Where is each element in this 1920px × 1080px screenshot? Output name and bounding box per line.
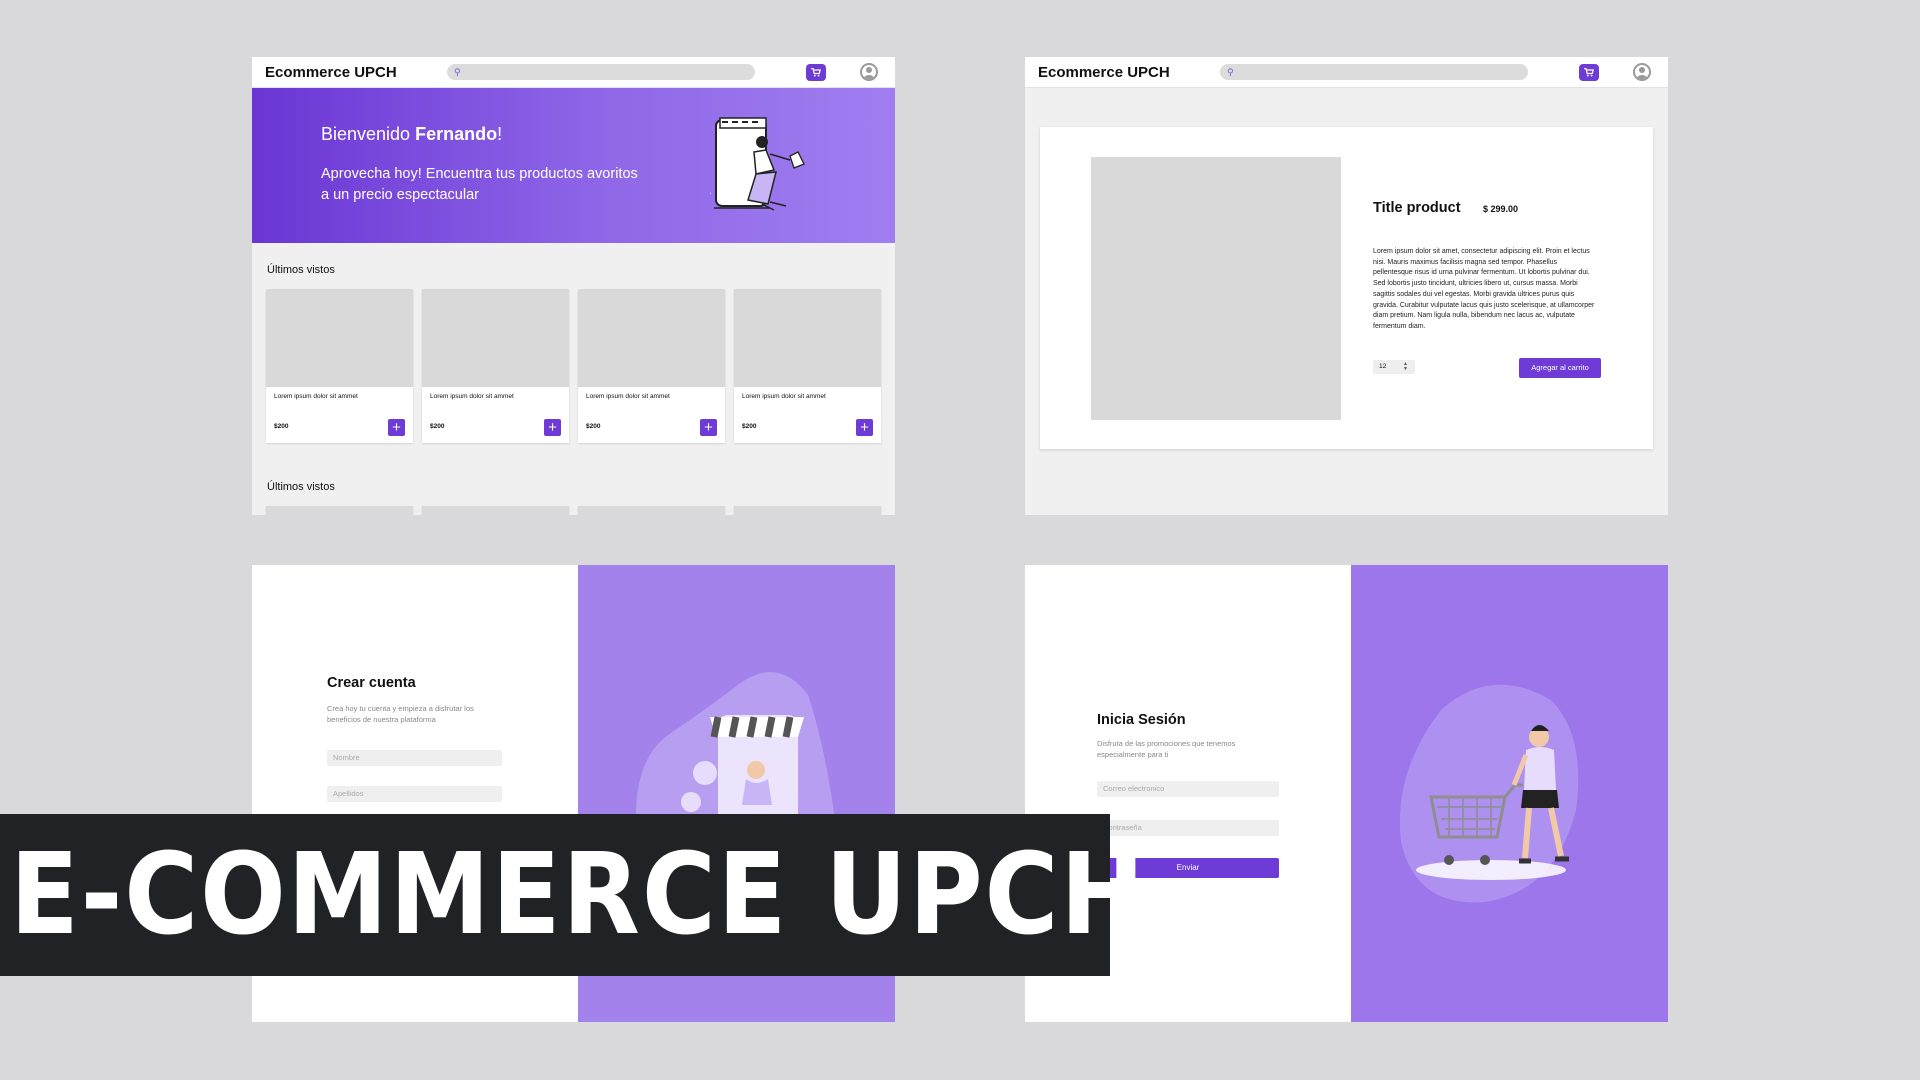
product-image (422, 289, 569, 387)
product-image (422, 506, 569, 515)
product-card[interactable] (578, 506, 725, 515)
quantity-stepper[interactable]: 12 ▲ ▼ (1373, 360, 1415, 374)
product-card[interactable]: Lorem ipsum dolor sit ammet $200 + (578, 289, 725, 443)
product-detail-card: Title product $ 299.00 Lorem ipsum dolor… (1040, 127, 1653, 449)
product-description: Lorem ipsum dolor sit amet, consectetur … (1373, 248, 1595, 330)
email-field[interactable]: Correo electronico (1097, 781, 1279, 797)
product-card[interactable] (266, 506, 413, 515)
shop-illustration-icon (710, 117, 805, 211)
search-input[interactable]: ⚲ (447, 64, 755, 80)
search-icon: ⚲ (454, 67, 461, 77)
product-image (1091, 157, 1341, 420)
search-input[interactable]: ⚲ (1220, 64, 1528, 80)
shopping-cart-person-illustration-icon (1399, 684, 1579, 903)
title-banner: E-COMMERCE UPCH (0, 814, 1145, 976)
cart-icon (811, 68, 821, 77)
cart-icon (1584, 68, 1594, 77)
product-price: $ 299.00 (1483, 204, 1519, 214)
plus-icon: + (392, 419, 401, 436)
hero-subtitle: Aprovecha hoy! Encuentra tus productos a… (321, 166, 638, 203)
product-image (734, 506, 881, 515)
product-card[interactable] (734, 506, 881, 515)
plus-icon: + (860, 419, 869, 436)
product-price: $200 (742, 423, 757, 430)
plus-icon: + (704, 419, 713, 436)
user-icon[interactable] (860, 63, 878, 81)
add-to-cart-button[interactable]: + (856, 419, 873, 436)
banner-title: E-COMMERCE UPCH (10, 830, 1147, 960)
product-image (578, 506, 725, 515)
cart-button[interactable] (1579, 64, 1599, 81)
home-screen: Ecommerce UPCH ⚲ Bienvenido Fernando! Ap… (252, 57, 895, 515)
product-name: Lorem ipsum dolor sit ammet (586, 393, 670, 400)
lastname-field[interactable]: Apellidos (327, 786, 502, 802)
product-price: $200 (430, 423, 445, 430)
section-title-recent: Últimos vistos (267, 264, 335, 276)
product-price: $200 (586, 423, 601, 430)
name-field[interactable]: Nombre (327, 750, 502, 766)
product-name: Lorem ipsum dolor sit ammet (274, 393, 358, 400)
login-subtitle: Disfruta de las promociones que tenemos … (1097, 739, 1236, 759)
product-price: $200 (274, 423, 289, 430)
navbar: Ecommerce UPCH ⚲ (252, 57, 895, 88)
add-to-cart-button[interactable]: + (388, 419, 405, 436)
register-subtitle: Crea hoy tu cuenta y empieza a disfrutar… (327, 704, 474, 724)
add-to-cart-button[interactable]: + (544, 419, 561, 436)
product-image (578, 289, 725, 387)
product-name: Lorem ipsum dolor sit ammet (742, 393, 826, 400)
product-name: Lorem ipsum dolor sit ammet (430, 393, 514, 400)
brand-logo[interactable]: Ecommerce UPCH (265, 64, 397, 81)
product-card[interactable]: Lorem ipsum dolor sit ammet $200 + (266, 289, 413, 443)
product-detail-screen: Ecommerce UPCH ⚲ Title product $ 299.00 … (1025, 57, 1668, 515)
illustration-panel (1351, 565, 1668, 1022)
product-title: Title product (1373, 200, 1461, 216)
user-name: Fernando (415, 124, 498, 144)
section-title-recent-2: Últimos vistos (267, 481, 335, 493)
product-card[interactable]: Lorem ipsum dolor sit ammet $200 + (734, 289, 881, 443)
add-to-cart-button[interactable]: Agregar al carrito (1519, 358, 1601, 378)
user-icon[interactable] (1633, 63, 1651, 81)
login-title: Inicia Sesión (1097, 712, 1186, 728)
chevron-spinner-icon[interactable]: ▲ ▼ (1403, 362, 1408, 372)
cart-button[interactable] (806, 64, 826, 81)
product-card[interactable]: Lorem ipsum dolor sit ammet $200 + (422, 289, 569, 443)
plus-icon: + (548, 419, 557, 436)
search-icon: ⚲ (1227, 67, 1234, 77)
brand-logo[interactable]: Ecommerce UPCH (1038, 64, 1170, 81)
product-card[interactable] (422, 506, 569, 515)
product-image (266, 289, 413, 387)
register-title: Crear cuenta (327, 675, 416, 691)
add-to-cart-button[interactable]: + (700, 419, 717, 436)
product-image (266, 506, 413, 515)
navbar: Ecommerce UPCH ⚲ (1025, 57, 1668, 88)
product-image (734, 289, 881, 387)
welcome-heading: Bienvenido Fernando! (321, 124, 503, 144)
hero-banner: Bienvenido Fernando! Aprovecha hoy! Encu… (252, 88, 895, 243)
quantity-value: 12 (1379, 363, 1387, 370)
